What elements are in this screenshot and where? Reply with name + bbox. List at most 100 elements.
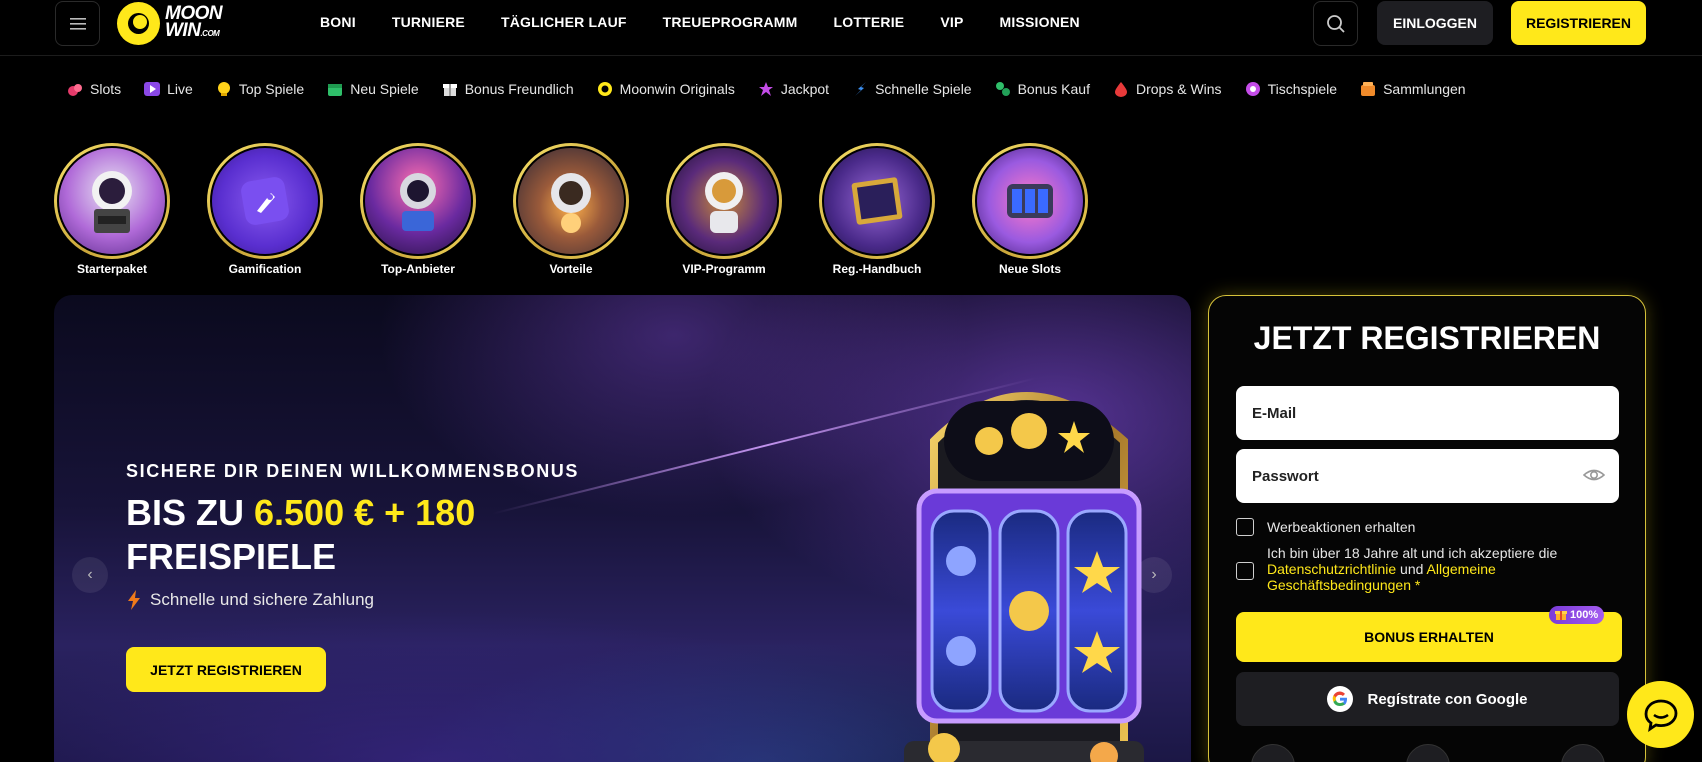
hamburger-icon bbox=[69, 17, 86, 30]
nav-boni[interactable]: BONI bbox=[320, 14, 356, 30]
story-top-anbieter[interactable]: Top-Anbieter bbox=[360, 143, 476, 276]
story-carousel: Starterpaket Gamification Top-Anbieter V… bbox=[54, 143, 1125, 276]
password-field[interactable]: Passwort bbox=[1236, 449, 1619, 503]
category-label: Moonwin Originals bbox=[619, 81, 735, 97]
nav-vip[interactable]: VIP bbox=[940, 14, 963, 30]
headline-highlight: 6.500 € + 180 bbox=[254, 492, 476, 533]
fast-games-icon bbox=[851, 80, 869, 98]
story-starterpaket[interactable]: Starterpaket bbox=[54, 143, 170, 276]
story-label: Reg.-Handbuch bbox=[832, 262, 922, 276]
story-label: Gamification bbox=[228, 262, 302, 276]
category-label: Top Spiele bbox=[238, 81, 305, 97]
email-field[interactable]: E-Mail bbox=[1236, 386, 1619, 440]
astronaut-welcome-image bbox=[57, 146, 167, 256]
bonus-friendly-icon bbox=[441, 80, 459, 98]
live-chat-button[interactable] bbox=[1627, 681, 1694, 748]
social-login-3[interactable] bbox=[1561, 744, 1605, 762]
terms-checkbox[interactable] bbox=[1236, 562, 1254, 580]
category-schnelle-spiele[interactable]: Schnelle Spiele bbox=[851, 80, 972, 98]
nav-treueprogramm[interactable]: TREUEPROGRAMM bbox=[663, 14, 798, 30]
story-vorteile[interactable]: Vorteile bbox=[513, 143, 629, 276]
main-nav: BONI TURNIERE TÄGLICHER LAUF TREUEPROGRA… bbox=[320, 14, 1116, 30]
hero-feature: Schnelle und sichere Zahlung bbox=[126, 590, 374, 610]
nav-missionen[interactable]: MISSIONEN bbox=[1000, 14, 1080, 30]
category-moonwin-originals[interactable]: Moonwin Originals bbox=[596, 80, 735, 98]
story-label: Starterpaket bbox=[76, 262, 148, 276]
story-neue-slots[interactable]: Neue Slots bbox=[972, 143, 1088, 276]
category-sammlungen[interactable]: Sammlungen bbox=[1359, 80, 1466, 98]
hero-kicker: SICHERE DIR DEINEN WILLKOMMENSBONUS bbox=[126, 461, 580, 481]
slot-machine-image bbox=[975, 146, 1085, 256]
search-icon bbox=[1326, 14, 1345, 33]
terms-checkbox-row: Ich bin über 18 Jahre alt und ich akzept… bbox=[1236, 545, 1626, 593]
email-placeholder: E-Mail bbox=[1252, 404, 1297, 422]
category-label: Bonus Freundlich bbox=[464, 81, 574, 97]
register-title: JETZT REGISTRIEREN bbox=[1253, 320, 1601, 356]
jackpot-icon bbox=[757, 80, 775, 98]
category-live[interactable]: Live bbox=[143, 80, 193, 98]
age-confirm-text: Ich bin über 18 Jahre alt und ich akzept… bbox=[1267, 545, 1558, 561]
feature-text: Schnelle und sichere Zahlung bbox=[150, 590, 374, 609]
slots-icon bbox=[66, 80, 84, 98]
category-drops-wins[interactable]: Drops & Wins bbox=[1112, 80, 1222, 98]
menu-button[interactable] bbox=[55, 1, 100, 46]
hero-register-button[interactable]: JETZT REGISTRIEREN bbox=[126, 647, 326, 692]
hero-banner: SICHERE DIR DEINEN WILLKOMMENSBONUS BIS … bbox=[54, 295, 1191, 762]
social-login-2[interactable] bbox=[1406, 744, 1450, 762]
new-games-icon bbox=[326, 80, 344, 98]
search-button[interactable] bbox=[1313, 1, 1358, 46]
category-neu-spiele[interactable]: Neu Spiele bbox=[326, 80, 419, 98]
category-label: Neu Spiele bbox=[350, 81, 419, 97]
story-label: Top-Anbieter bbox=[381, 262, 455, 276]
chevron-left-icon: ‹ bbox=[87, 566, 93, 583]
social-login-1[interactable] bbox=[1251, 744, 1295, 762]
category-bonus-freundlich[interactable]: Bonus Freundlich bbox=[441, 80, 574, 98]
promo-checkbox-label: Werbeaktionen erhalten bbox=[1267, 519, 1416, 535]
live-icon bbox=[143, 80, 161, 98]
moon-logo-icon bbox=[117, 1, 160, 45]
category-label: Drops & Wins bbox=[1135, 81, 1222, 97]
header-register-button[interactable]: REGISTRIEREN bbox=[1511, 1, 1646, 45]
nav-taeglicher-lauf[interactable]: TÄGLICHER LAUF bbox=[501, 14, 627, 30]
category-bar: Slots Live Top Spiele Neu Spiele Bonus F… bbox=[66, 80, 1488, 98]
category-top-spiele[interactable]: Top Spiele bbox=[215, 80, 304, 98]
top-games-icon bbox=[215, 80, 233, 98]
table-games-icon bbox=[1244, 80, 1262, 98]
logo[interactable]: MOON WIN.COM bbox=[117, 0, 223, 46]
category-label: Tischspiele bbox=[1267, 81, 1338, 97]
carousel-prev-button[interactable]: ‹ bbox=[72, 557, 108, 593]
drops-wins-icon bbox=[1112, 80, 1130, 98]
story-vip-programm[interactable]: VIP-Programm bbox=[666, 143, 782, 276]
story-reg-handbuch[interactable]: Reg.-Handbuch bbox=[819, 143, 935, 276]
logo-text: MOON WIN.COM bbox=[165, 4, 223, 42]
category-tischspiele[interactable]: Tischspiele bbox=[1244, 80, 1338, 98]
privacy-link[interactable]: Datenschutzrichtlinie bbox=[1267, 561, 1396, 577]
required-mark: * bbox=[1411, 577, 1421, 593]
google-signup-button[interactable]: Regístrate con Google bbox=[1236, 672, 1619, 726]
promo-checkbox[interactable] bbox=[1236, 518, 1254, 536]
google-icon bbox=[1327, 686, 1354, 712]
category-bonus-kauf[interactable]: Bonus Kauf bbox=[994, 80, 1090, 98]
hero-headline: BIS ZU 6.500 € + 180 FREISPIELE bbox=[126, 491, 475, 579]
login-button[interactable]: EINLOGGEN bbox=[1377, 1, 1493, 45]
astronaut-vip-image bbox=[669, 146, 779, 256]
story-gamification[interactable]: Gamification bbox=[207, 143, 323, 276]
category-slots[interactable]: Slots bbox=[66, 80, 121, 98]
register-panel: JETZT REGISTRIEREN E-Mail Passwort Werbe… bbox=[1208, 295, 1646, 762]
category-jackpot[interactable]: Jackpot bbox=[757, 80, 829, 98]
handbook-image bbox=[822, 146, 932, 256]
eye-icon[interactable] bbox=[1583, 466, 1605, 484]
astronaut-provider-image bbox=[363, 146, 473, 256]
story-label: Neue Slots bbox=[998, 262, 1061, 276]
originals-icon bbox=[596, 80, 614, 98]
story-label: VIP-Programm bbox=[682, 262, 766, 276]
logo-line-2: WIN bbox=[165, 19, 201, 41]
collections-icon bbox=[1359, 80, 1377, 98]
headline-prefix: BIS ZU bbox=[126, 492, 255, 533]
nav-turniere[interactable]: TURNIERE bbox=[392, 14, 465, 30]
bonus-badge-text: 100% bbox=[1570, 609, 1599, 621]
chat-icon bbox=[1644, 699, 1677, 732]
category-label: Bonus Kauf bbox=[1017, 81, 1090, 97]
top-header: MOON WIN.COM BONI TURNIERE TÄGLICHER LAU… bbox=[0, 0, 1702, 56]
nav-lotterie[interactable]: LOTTERIE bbox=[834, 14, 905, 30]
